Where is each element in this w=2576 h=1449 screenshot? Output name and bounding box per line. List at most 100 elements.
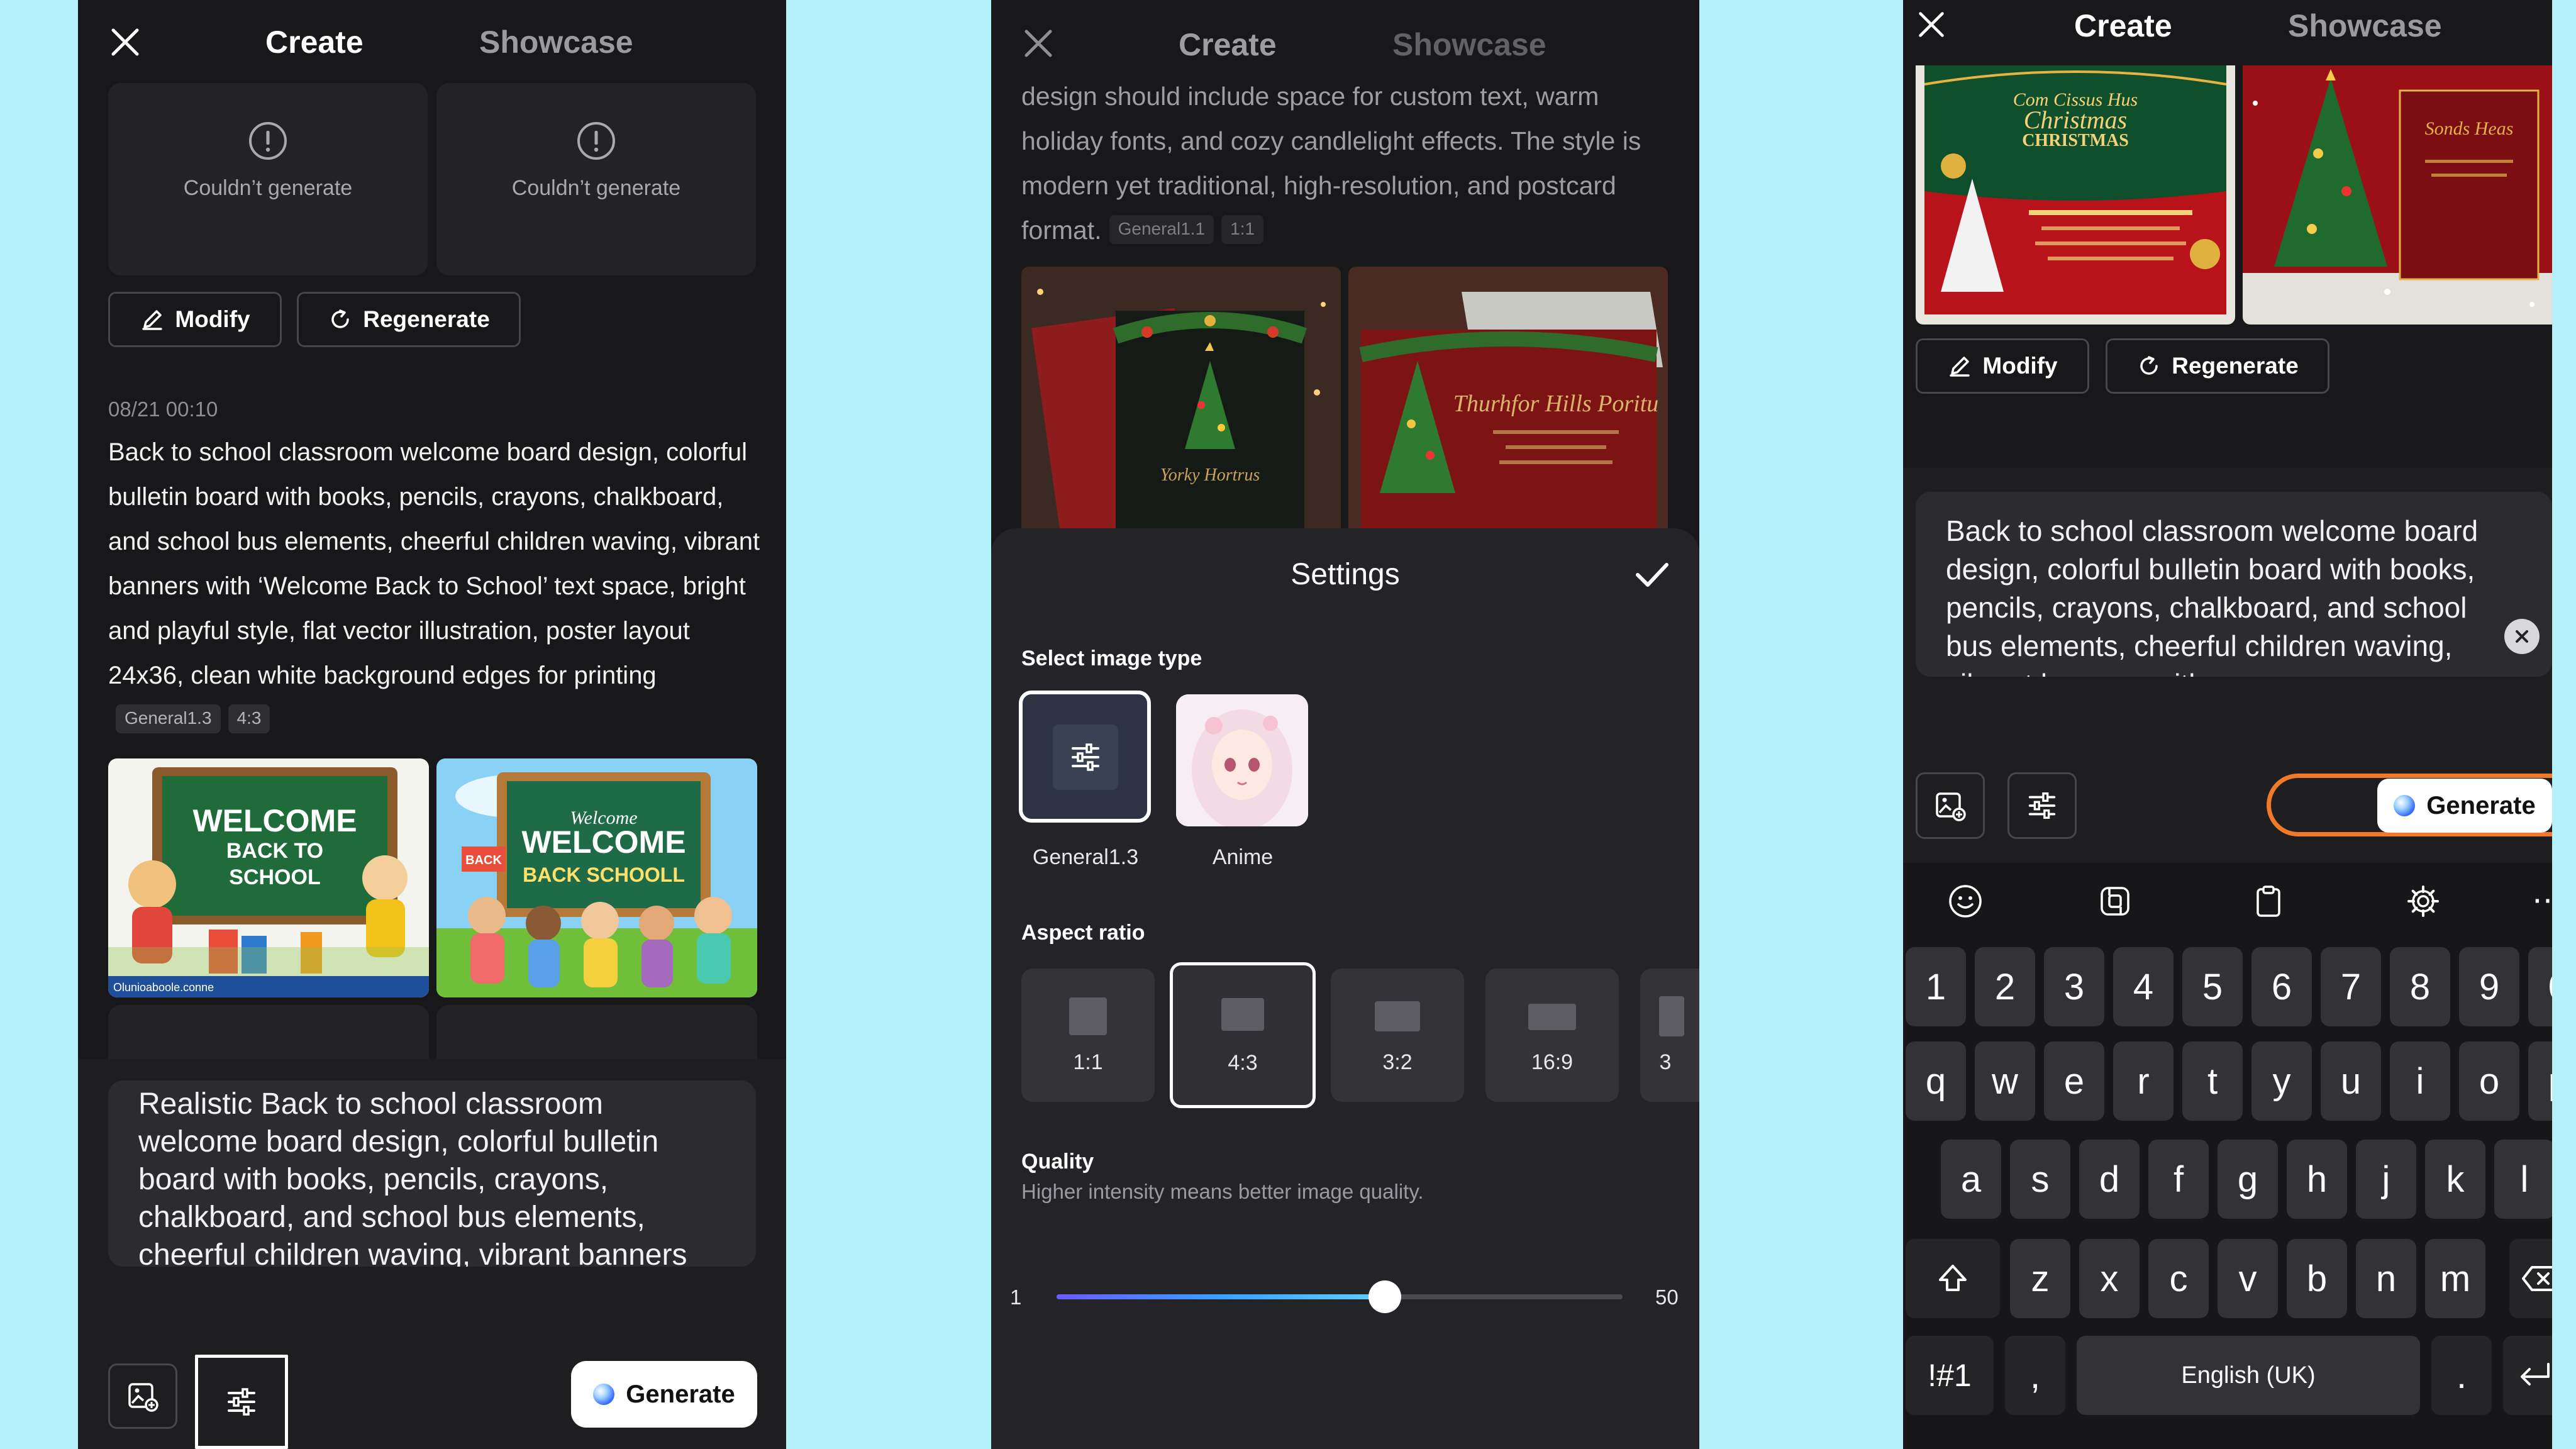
key-u[interactable]: u [2321,1041,2381,1121]
aspect-ratio-3-2[interactable]: 3:2 [1331,969,1464,1102]
ratio-tag: 1:1 [1221,215,1264,245]
key-k[interactable]: k [2425,1140,2485,1219]
generated-image[interactable]: Sonds Heas [2243,65,2552,325]
aspect-ratio-4-3[interactable]: 4:3 [1170,962,1316,1108]
image-upload-button[interactable] [1916,772,1985,839]
card-word-text: Christmas [2024,106,2128,134]
shift-key[interactable] [1906,1239,2000,1318]
sticker-icon[interactable] [2097,883,2133,923]
space-key[interactable]: English (UK) [2077,1336,2420,1415]
key-a[interactable]: a [1941,1140,2001,1219]
image-type-general[interactable] [1019,691,1151,823]
quality-slider-thumb[interactable] [1368,1280,1401,1313]
tab-create[interactable]: Create [265,24,364,60]
comma-key[interactable]: , [2005,1336,2065,1415]
prompt-input-text: Back to school classroom welcome board d… [1946,514,2479,677]
key-x[interactable]: x [2079,1239,2140,1318]
prompt-input[interactable]: Realistic Back to school classroom welco… [108,1080,756,1267]
key-y[interactable]: y [2251,1041,2312,1121]
tab-showcase[interactable]: Showcase [2288,8,2442,44]
generated-image[interactable]: Yorky Hortrus [1021,267,1341,556]
key-f[interactable]: f [2148,1140,2209,1219]
key-d[interactable]: d [2079,1140,2140,1219]
card-script-text: Yorky Hortrus [1160,465,1260,485]
image-upload-button[interactable] [108,1363,177,1429]
close-icon[interactable] [1023,28,1054,62]
key-l[interactable]: l [2494,1140,2552,1219]
aspect-ratio-1-1[interactable]: 1:1 [1021,969,1155,1102]
key-3[interactable]: 3 [2044,947,2104,1026]
prompt-history-text: Back to school classroom welcome board d… [108,430,762,743]
clear-input-button[interactable] [2504,619,2540,654]
more-icon[interactable]: ⋯ [2532,882,2552,918]
regenerate-button[interactable]: Regenerate [2106,338,2329,394]
key-t[interactable]: t [2182,1041,2243,1121]
key-c[interactable]: c [2148,1239,2209,1318]
key-0[interactable]: 0 [2528,947,2552,1026]
key-r[interactable]: r [2113,1041,2174,1121]
image-type-anime[interactable] [1176,694,1308,826]
key-8[interactable]: 8 [2390,947,2450,1026]
close-icon[interactable] [1917,10,1946,42]
key-b[interactable]: b [2287,1239,2347,1318]
quality-max: 50 [1655,1285,1679,1309]
tab-showcase[interactable]: Showcase [479,24,633,60]
key-g[interactable]: g [2218,1140,2278,1219]
key-2[interactable]: 2 [1975,947,2035,1026]
image-text-footer: Olunioaboole.conne [113,981,214,994]
enter-key[interactable] [2503,1336,2552,1415]
alert-icon [248,121,288,167]
gear-icon[interactable] [2405,883,2441,923]
key-v[interactable]: v [2218,1239,2278,1318]
tab-create[interactable]: Create [2074,8,2172,44]
quality-slider-track[interactable] [1057,1280,1623,1313]
timestamp: 08/21 00:10 [108,397,218,421]
tab-showcase[interactable]: Showcase [1392,26,1546,63]
key-n[interactable]: n [2356,1239,2416,1318]
key-4[interactable]: 4 [2113,947,2174,1026]
key-7[interactable]: 7 [2321,947,2381,1026]
key-q[interactable]: q [1906,1041,1966,1121]
key-h[interactable]: h [2287,1140,2347,1219]
key-e[interactable]: e [2044,1041,2104,1121]
card-banner-text: CHRISTMAS [2022,131,2129,150]
regenerate-button[interactable]: Regenerate [297,292,521,347]
key-z[interactable]: z [2010,1239,2070,1318]
modify-button[interactable]: Modify [108,292,282,347]
error-text: Couldn’t generate [183,176,353,200]
clipboard-icon[interactable] [2250,883,2287,923]
modify-button[interactable]: Modify [1916,338,2089,394]
key-i[interactable]: i [2390,1041,2450,1121]
close-icon[interactable] [109,26,141,58]
generated-image[interactable]: Welcome WELCOME BACK SCHOOLL BACK [436,758,757,997]
backspace-icon [2522,1266,2552,1291]
key-j[interactable]: j [2356,1140,2416,1219]
key-6[interactable]: 6 [2251,947,2312,1026]
key-s[interactable]: s [2010,1140,2070,1219]
settings-button[interactable] [2007,772,2077,839]
aspect-ratio-more[interactable]: 3 [1640,969,1699,1102]
key-w[interactable]: w [1975,1041,2035,1121]
generated-image[interactable]: Thurhfor Hills Poritu [1348,267,1668,556]
aspect-ratio-16-9[interactable]: 16:9 [1485,969,1619,1102]
backspace-key[interactable] [2509,1239,2552,1318]
confirm-check-icon[interactable] [1633,556,1670,597]
key-o[interactable]: o [2459,1041,2519,1121]
key-p[interactable]: p [2528,1041,2552,1121]
tab-create[interactable]: Create [1179,26,1277,63]
generate-button[interactable]: Generate [2377,779,2552,833]
prompt-input[interactable]: Back to school classroom welcome board d… [1916,492,2552,677]
generated-image[interactable]: WELCOME BACK TO SCHOOL Olunioaboole.conn… [108,758,429,997]
key-9[interactable]: 9 [2459,947,2519,1026]
screen-create-keyboard: Create Showcase Com Cissus Hus Christmas… [1903,0,2552,1449]
settings-button[interactable] [195,1355,288,1449]
image-type-general-label: General1.3 [1032,845,1139,869]
period-key[interactable]: . [2431,1336,2492,1415]
key-m[interactable]: m [2425,1239,2485,1318]
key-5[interactable]: 5 [2182,947,2243,1026]
generated-image[interactable]: Com Cissus Hus Christmas CHRISTMAS [1916,65,2235,325]
generate-button[interactable]: Generate [571,1361,757,1428]
key-1[interactable]: 1 [1906,947,1966,1026]
emoji-icon[interactable] [1947,883,1984,923]
symbols-key[interactable]: !#1 [1906,1336,1994,1415]
